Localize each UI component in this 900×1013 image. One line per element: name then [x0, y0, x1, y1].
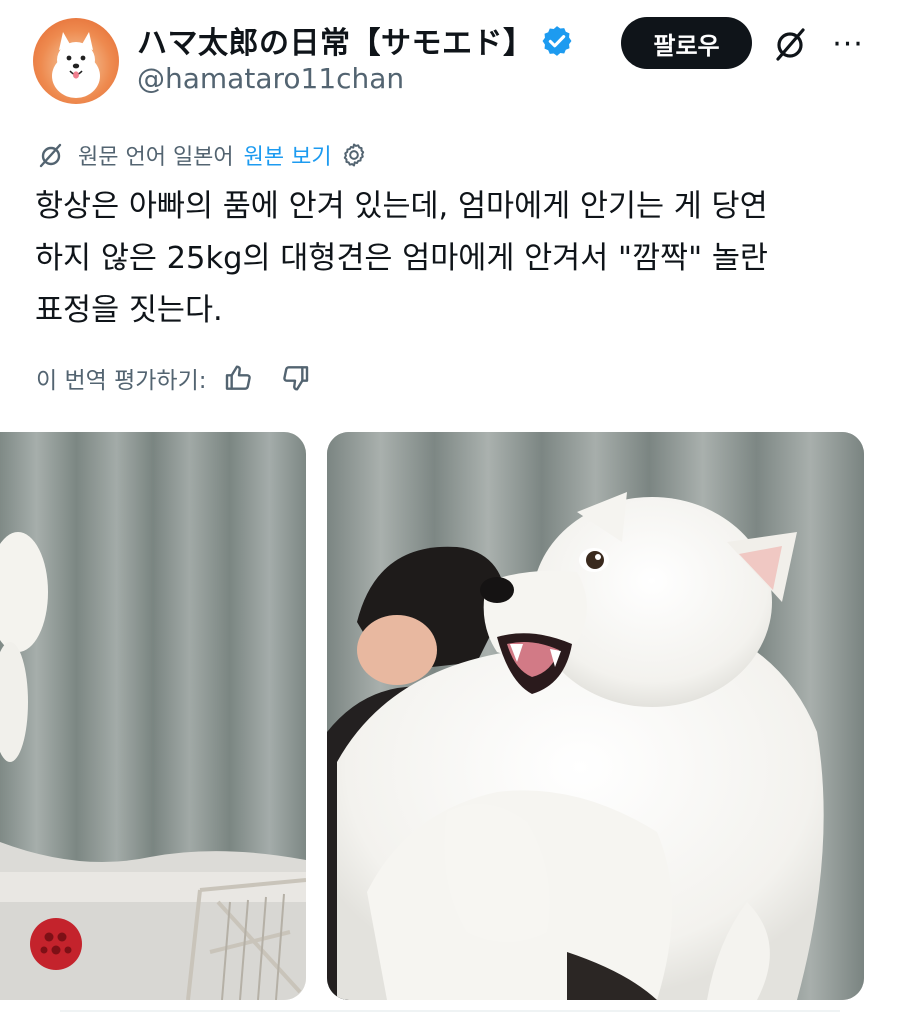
display-name[interactable]: ハマ太郎の日常【サモエド】 — [137, 18, 534, 62]
avatar[interactable] — [33, 18, 119, 104]
verified-badge-icon — [542, 26, 572, 56]
tweet-text-line-2: 하지 않은 25kg의 대형견은 엄마에게 안겨서 "깜짝" 놀란 — [35, 241, 768, 276]
rate-translation-bar: 이 번역 평가하기: — [36, 358, 335, 398]
tweet-photo-right[interactable] — [327, 432, 864, 1000]
tweet-page: ハマ太郎の日常【サモエド】 @hamataro11chan 팔로우 ··· 원문… — [0, 0, 900, 1013]
thumbs-down-icon[interactable] — [279, 362, 311, 394]
tweet-text: 항상은 아빠의 품에 안겨 있는데, 엄마에게 안기는 게 당연 하지 않은 2… — [35, 181, 865, 337]
translate-icon — [39, 143, 62, 168]
tweet-header: ハマ太郎の日常【サモエド】 @hamataro11chan 팔로우 ··· — [0, 0, 900, 110]
translation-source-note: 원문 언어 일본어 — [78, 145, 234, 170]
tweet-photo-left[interactable] — [0, 432, 306, 1000]
curtain-room-photo — [0, 432, 306, 1000]
grok-icon[interactable] — [770, 22, 810, 66]
tweet-text-line-1: 항상은 아빠의 품에 안겨 있는데, 엄마에게 안기는 게 당연 — [35, 189, 768, 224]
samoyed-held-photo — [327, 432, 864, 1000]
follow-button[interactable]: 팔로우 — [621, 17, 752, 69]
more-options-button[interactable]: ··· — [826, 22, 870, 66]
user-handle[interactable]: @hamataro11chan — [137, 62, 404, 95]
view-original-link[interactable]: 원본 보기 — [244, 139, 332, 171]
tweet-text-line-3: 표정을 짓는다. — [35, 293, 223, 328]
settings-gear-icon[interactable] — [340, 141, 368, 169]
samoyed-avatar-image — [52, 32, 100, 98]
rate-translation-label: 이 번역 평가하기: — [36, 368, 207, 394]
thumbs-up-icon[interactable] — [223, 362, 255, 394]
translation-bar: 원문 언어 일본어 원본 보기 — [36, 137, 368, 173]
divider — [60, 1010, 840, 1012]
